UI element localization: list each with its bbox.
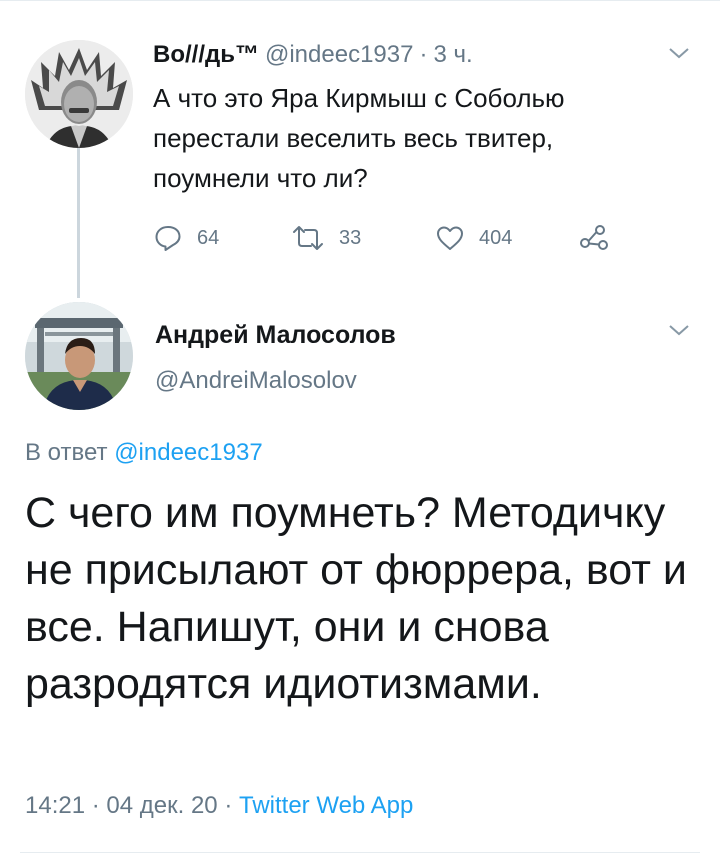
reply-date[interactable]: 04 дек. 20 [106, 792, 217, 819]
parent-timestamp[interactable]: 3 ч. [433, 41, 472, 68]
reply-more-menu[interactable] [667, 321, 691, 339]
retweet-button[interactable]: 33 [291, 218, 361, 258]
share-icon [580, 225, 608, 250]
share-button[interactable] [579, 218, 609, 258]
thread-connector-line [77, 148, 80, 298]
bottom-divider [20, 852, 700, 853]
reply-count: 64 [197, 226, 220, 249]
parent-action-bar: 64 33 404 [153, 218, 633, 258]
reply-tweet-text: С чего им поумнеть? Методичку не присыла… [25, 489, 687, 708]
reply-tweet-meta: 14:21 · 04 дек. 20 · Twitter Web App [25, 790, 413, 822]
avatar-chief-headdress-icon [25, 40, 133, 148]
replying-to-mention[interactable]: @indeec1937 [114, 439, 262, 466]
avatar-man-photo-icon [25, 302, 133, 410]
parent-separator: · [419, 41, 428, 68]
meta-separator-2: · [224, 792, 233, 819]
retweet-icon [293, 226, 323, 250]
parent-more-menu[interactable] [667, 44, 691, 62]
parent-handle[interactable]: @indeec1937 [265, 41, 413, 68]
like-button[interactable]: 404 [435, 218, 512, 258]
reply-time[interactable]: 14:21 [25, 792, 85, 819]
reply-source-link[interactable]: Twitter Web App [239, 792, 413, 819]
replying-to-line: В ответ @indeec1937 [25, 437, 263, 469]
parent-tweet-text: А что это Яра Кирмыш с Соболью перестали… [153, 83, 565, 193]
meta-separator-1: · [91, 792, 100, 819]
reply-handle[interactable]: @AndreiMalosolov [155, 366, 357, 396]
reply-avatar[interactable] [25, 302, 133, 410]
parent-display-name[interactable]: Во///дь™ [153, 41, 259, 68]
reply-icon [155, 226, 181, 251]
heart-icon [437, 226, 463, 250]
like-count: 404 [479, 226, 513, 249]
reply-display-name[interactable]: Андрей Малосолов [155, 320, 396, 350]
retweet-count: 33 [339, 226, 362, 249]
parent-avatar[interactable] [25, 40, 133, 148]
reply-button[interactable]: 64 [153, 218, 219, 258]
parent-tweet-header: Во///дь™ @indeec1937 · 3 ч. [153, 40, 473, 70]
chevron-down-icon [669, 48, 689, 59]
top-divider [0, 0, 720, 1]
replying-prefix: В ответ [25, 439, 108, 466]
chevron-down-icon [669, 325, 689, 336]
